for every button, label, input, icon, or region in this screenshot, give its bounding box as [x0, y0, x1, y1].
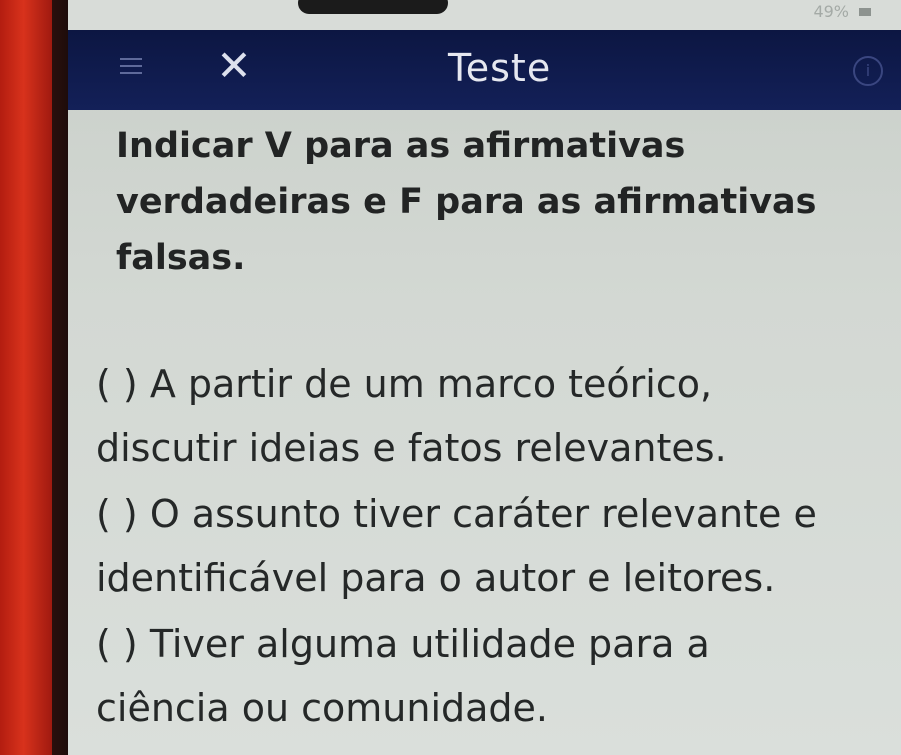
statement-text: O assunto tiver caráter relevante e [137, 492, 817, 536]
status-indicators: 49% [813, 2, 871, 21]
info-icon[interactable]: i [853, 56, 883, 86]
battery-percent: 49% [813, 2, 849, 21]
question-instruction: Indicar V para as afirmativas verdadeira… [116, 118, 901, 286]
statement-item[interactable]: ( ) O assunto tiver caráter relevante e … [96, 482, 901, 610]
statement-text: Tiver alguma utilidade para a [137, 622, 710, 666]
statement-item[interactable]: ( ) Tiver alguma utilidade para a ciênci… [96, 612, 901, 740]
menu-icon[interactable] [120, 58, 142, 74]
answer-marker[interactable]: ( ) [96, 622, 138, 666]
status-bar: 49% [68, 0, 901, 30]
page-title: Teste [448, 46, 552, 90]
instruction-line: verdadeiras e F para as afirmativas [116, 182, 817, 222]
statement-text: A partir de um marco teórico, [137, 362, 713, 406]
statement-item[interactable]: ( ) A partir de um marco teórico, discut… [96, 352, 901, 480]
statement-text: identificável para o autor e leitores. [96, 556, 776, 600]
instruction-line: Indicar V para as afirmativas [116, 126, 686, 166]
instruction-line: falsas. [116, 238, 246, 278]
phone-case [0, 0, 52, 755]
answer-marker[interactable]: ( ) [96, 492, 138, 536]
phone-screen: 49% ✕ Teste i Indicar V para as afirmati… [68, 0, 901, 755]
battery-icon [859, 7, 871, 16]
answer-marker[interactable]: ( ) [96, 362, 138, 406]
camera-notch [298, 0, 448, 14]
statement-text: ciência ou comunidade. [96, 686, 549, 730]
statement-text: discutir ideias e fatos relevantes. [96, 426, 727, 470]
app-bar: ✕ Teste i [68, 30, 901, 110]
close-icon[interactable]: ✕ [210, 45, 258, 87]
